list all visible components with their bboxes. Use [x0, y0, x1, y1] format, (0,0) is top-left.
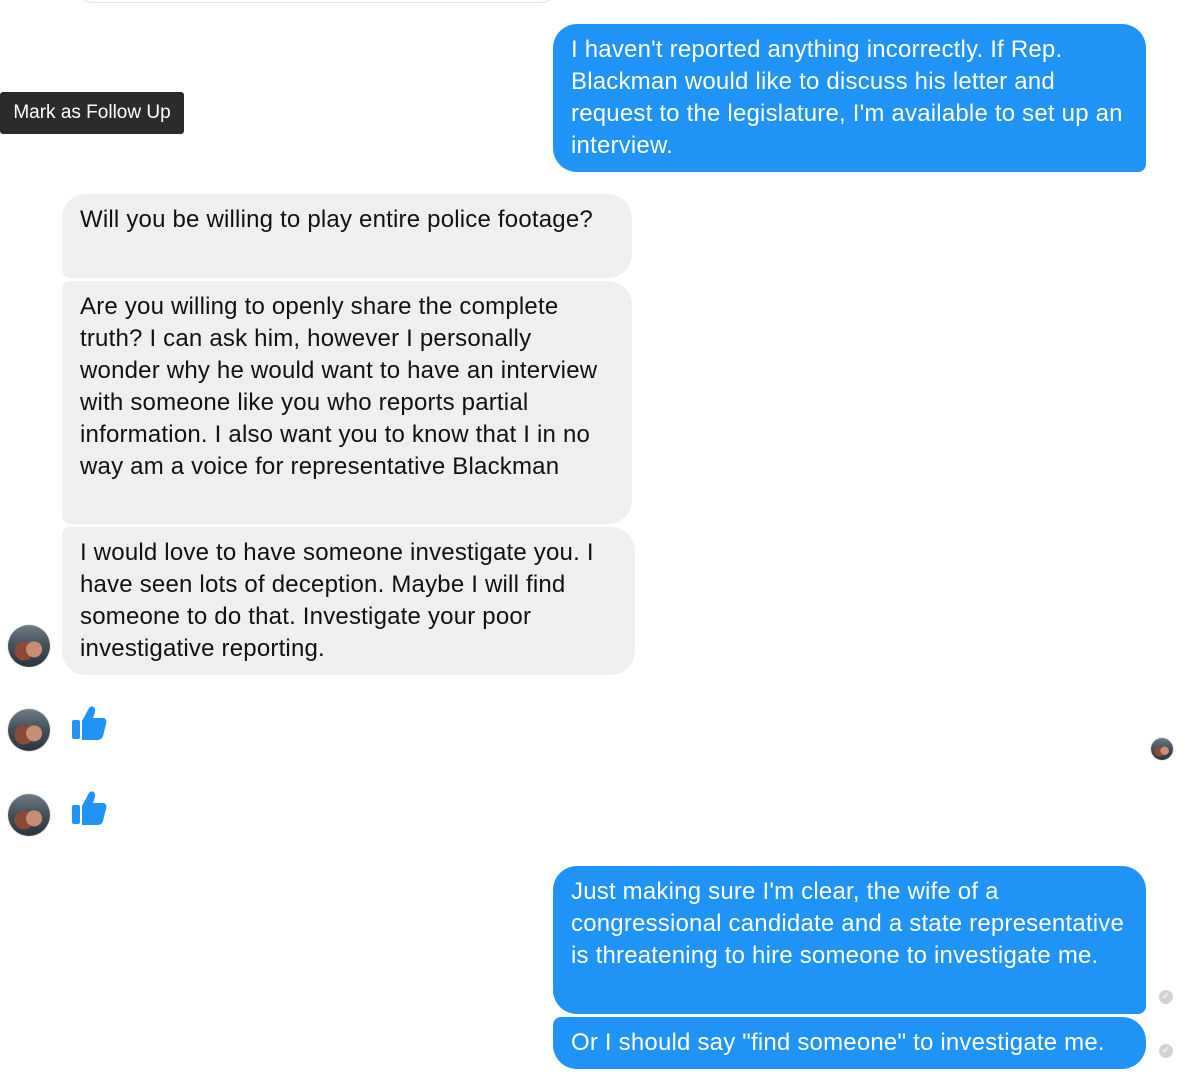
thumbs-up-icon — [72, 706, 107, 740]
delivered-check-icon: ✓ — [1159, 990, 1173, 1004]
conversation-thread: Mark as Follow Up I haven't reported any… — [0, 0, 1188, 1086]
message-incoming[interactable]: Are you willing to openly share the comp… — [62, 281, 632, 524]
contact-avatar[interactable] — [8, 794, 50, 836]
thumbs-up-icon — [72, 791, 107, 825]
seen-avatar — [1151, 738, 1173, 760]
message-outgoing[interactable]: I haven't reported anything incorrectly.… — [553, 24, 1146, 172]
message-incoming[interactable]: I would love to have someone investigate… — [62, 527, 635, 675]
message-incoming[interactable]: Will you be willing to play entire polic… — [62, 194, 632, 278]
previous-message-edge — [76, 0, 558, 3]
contact-avatar[interactable] — [8, 625, 50, 667]
mark-as-follow-up-tooltip: Mark as Follow Up — [0, 92, 184, 134]
message-outgoing[interactable]: Or I should say "find someone" to invest… — [553, 1017, 1146, 1069]
contact-avatar[interactable] — [8, 709, 50, 751]
delivered-check-icon: ✓ — [1159, 1044, 1173, 1058]
message-outgoing[interactable]: Just making sure I'm clear, the wife of … — [553, 866, 1146, 1014]
